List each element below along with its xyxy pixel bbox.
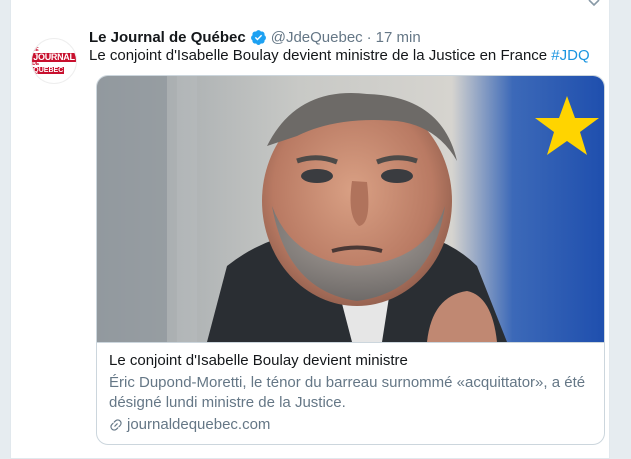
tweet-text-content: Le conjoint d'Isabelle Boulay devient mi…: [89, 47, 552, 64]
tweet-text: Le conjoint d'Isabelle Boulay devient mi…: [89, 47, 590, 64]
author-name[interactable]: Le Journal de Québec: [89, 29, 246, 46]
card-photo: [97, 76, 604, 342]
hashtag-link[interactable]: #JDQ: [551, 47, 589, 64]
author-handle[interactable]: @JdeQuebec: [271, 29, 363, 46]
verified-badge-icon: [250, 29, 266, 45]
journal-de-quebec-logo: LE JOURNAL DE QUÉBEC: [32, 47, 76, 74]
tweet-timestamp[interactable]: 17 min: [376, 29, 421, 46]
card-domain: journaldequebec.com: [127, 416, 271, 433]
link-icon: [110, 419, 122, 431]
link-card[interactable]: Le conjoint d'Isabelle Boulay devient mi…: [96, 75, 605, 445]
card-meta: Le conjoint d'Isabelle Boulay devient mi…: [97, 342, 604, 444]
separator-dot: ·: [366, 28, 372, 46]
card-description: Éric Dupond-Moretti, le ténor du barreau…: [109, 374, 586, 411]
avatar[interactable]: LE JOURNAL DE QUÉBEC: [31, 38, 77, 84]
chevron-down-icon[interactable]: [587, 0, 601, 10]
card-domain-row: journaldequebec.com: [109, 415, 592, 435]
card-title: Le conjoint d'Isabelle Boulay devient mi…: [109, 352, 408, 369]
tweet-header: Le Journal de Québec @JdeQuebec · 17 min: [89, 27, 421, 47]
tweet[interactable]: LE JOURNAL DE QUÉBEC Le Journal de Québe…: [10, 0, 610, 459]
